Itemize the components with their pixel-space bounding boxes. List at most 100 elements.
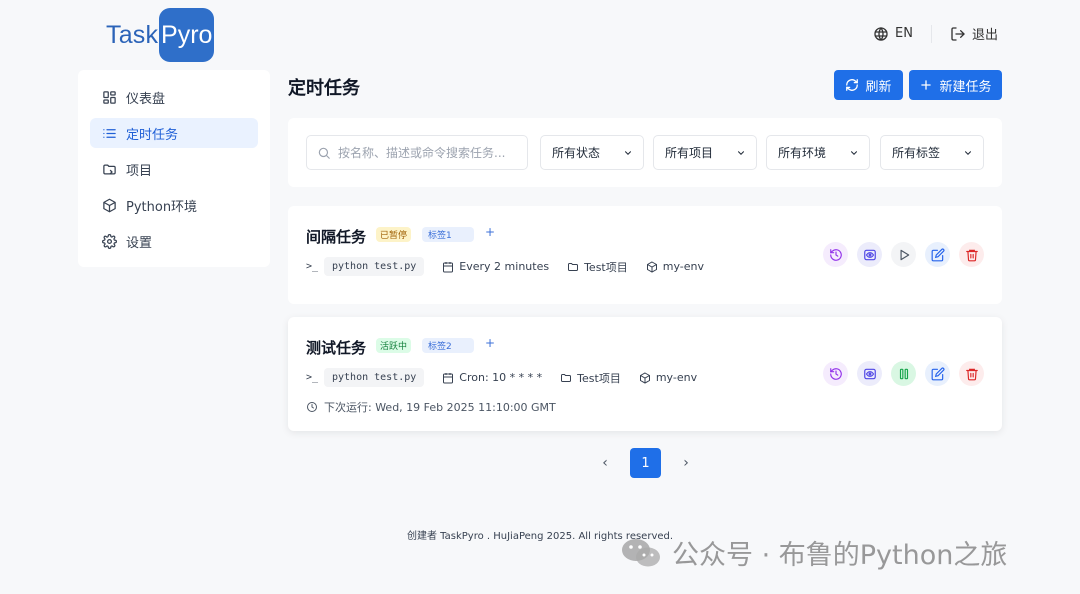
pagination: ‹ 1 › bbox=[598, 448, 693, 478]
terminal-icon: >_ bbox=[306, 261, 319, 272]
tag-filter-select[interactable]: 所有标签 bbox=[880, 135, 984, 170]
logout-label: 退出 bbox=[971, 28, 998, 43]
add-tag-button[interactable]: + bbox=[485, 225, 495, 239]
task-schedule-text: Cron: 10 * * * * bbox=[459, 371, 543, 384]
task-meta: >_ python test.py Every 2 minutes Test项目… bbox=[306, 257, 722, 276]
cube-icon bbox=[103, 198, 116, 212]
sidebar-item-projects[interactable]: 项目 bbox=[90, 154, 258, 184]
logs-button[interactable] bbox=[857, 242, 882, 267]
logout-icon bbox=[951, 26, 965, 41]
logo-pyro-box: Pyro bbox=[159, 8, 215, 62]
status-filter-select[interactable]: 所有状态 bbox=[540, 135, 644, 170]
task-schedule: Cron: 10 * * * * bbox=[442, 371, 542, 384]
history-button[interactable] bbox=[823, 242, 848, 267]
task-card: 测试任务 活跃中 标签2 + >_ python test.py Cron: 1… bbox=[288, 317, 1002, 431]
task-card: 间隔任务 已暂停 标签1 + >_ python test.py Every 2… bbox=[288, 206, 1002, 304]
trash-icon bbox=[965, 249, 978, 261]
clock-icon bbox=[307, 402, 317, 412]
task-project: Test项目 bbox=[567, 259, 628, 275]
edit-button[interactable] bbox=[925, 361, 950, 386]
watermark: 公众号 · 布鲁的Python之旅 bbox=[620, 533, 1007, 572]
chevron-down-icon bbox=[737, 150, 745, 155]
sidebar-item-settings[interactable]: 设置 bbox=[90, 226, 258, 256]
search-input[interactable] bbox=[338, 145, 518, 160]
task-schedule-text: Every 2 minutes bbox=[459, 260, 550, 273]
env-filter-select[interactable]: 所有环境 bbox=[766, 135, 870, 170]
status-filter-value: 所有状态 bbox=[552, 146, 601, 160]
project-filter-select[interactable]: 所有项目 bbox=[653, 135, 757, 170]
task-project-text: Test项目 bbox=[577, 371, 621, 385]
watermark-text: 公众号 · 布鲁的Python之旅 bbox=[672, 540, 1008, 571]
sidebar: 仪表盘 定时任务 项目 Python环境 设置 bbox=[78, 70, 270, 267]
list-icon bbox=[103, 128, 116, 138]
task-command: python test.py bbox=[324, 368, 425, 387]
next-page-button[interactable]: › bbox=[679, 455, 693, 471]
history-button[interactable] bbox=[823, 361, 848, 386]
cube-icon bbox=[639, 371, 650, 384]
delete-button[interactable] bbox=[959, 242, 984, 267]
task-name: 间隔任务 bbox=[306, 228, 367, 246]
task-tag[interactable]: 标签2 bbox=[422, 338, 474, 353]
folder-icon bbox=[568, 262, 579, 271]
status-badge: 活跃中 bbox=[376, 338, 412, 353]
logo[interactable]: Task Pyro bbox=[106, 8, 215, 62]
language-switch[interactable]: EN bbox=[873, 26, 913, 42]
sidebar-item-scheduled-tasks[interactable]: 定时任务 bbox=[90, 118, 258, 148]
history-icon bbox=[829, 367, 842, 380]
sidebar-item-label: 项目 bbox=[126, 163, 153, 179]
eye-icon bbox=[863, 249, 876, 260]
refresh-button[interactable]: 刷新 bbox=[834, 70, 903, 100]
header-divider bbox=[930, 24, 932, 43]
search-icon bbox=[318, 147, 330, 159]
sidebar-item-label: 定时任务 bbox=[126, 127, 179, 143]
trash-icon bbox=[965, 368, 978, 380]
sidebar-item-dashboard[interactable]: 仪表盘 bbox=[90, 82, 258, 112]
folder-icon bbox=[561, 373, 572, 382]
pause-icon bbox=[899, 368, 908, 379]
sidebar-item-label: 设置 bbox=[126, 235, 153, 251]
project-filter-value: 所有项目 bbox=[665, 146, 714, 160]
page-button-current[interactable]: 1 bbox=[630, 448, 661, 478]
folder-icon bbox=[103, 164, 116, 174]
chevron-down-icon bbox=[964, 150, 972, 155]
eye-icon bbox=[863, 368, 876, 379]
logout-button[interactable]: 退出 bbox=[950, 24, 998, 43]
calendar-icon bbox=[443, 261, 454, 272]
delete-button[interactable] bbox=[959, 361, 984, 386]
add-tag-button[interactable]: + bbox=[485, 336, 495, 350]
plus-icon bbox=[921, 80, 932, 90]
header-actions: EN 退出 bbox=[873, 24, 998, 43]
task-name: 测试任务 bbox=[306, 339, 367, 357]
task-meta: >_ python test.py Cron: 10 * * * * Test项… bbox=[306, 368, 715, 387]
prev-page-button[interactable]: ‹ bbox=[598, 455, 612, 471]
task-env-text: my-env bbox=[662, 260, 704, 273]
edit-icon bbox=[931, 248, 944, 261]
task-actions bbox=[823, 361, 984, 386]
chevron-down-icon bbox=[624, 150, 632, 155]
wechat-icon bbox=[622, 538, 660, 566]
run-button[interactable] bbox=[891, 242, 916, 267]
task-tag[interactable]: 标签1 bbox=[422, 227, 474, 242]
search-box[interactable] bbox=[306, 135, 528, 170]
new-task-button[interactable]: 新建任务 bbox=[909, 70, 1002, 100]
chevron-down-icon bbox=[850, 150, 858, 155]
refresh-icon bbox=[846, 79, 859, 91]
new-task-label: 新建任务 bbox=[939, 79, 992, 95]
logs-button[interactable] bbox=[857, 361, 882, 386]
task-env-text: my-env bbox=[655, 371, 698, 384]
calendar-icon bbox=[443, 372, 454, 383]
task-project-text: Test项目 bbox=[584, 260, 628, 274]
sidebar-item-python-env[interactable]: Python环境 bbox=[90, 190, 258, 220]
task-env: my-env bbox=[639, 371, 697, 384]
edit-button[interactable] bbox=[925, 242, 950, 267]
logo-text-pyro: Pyro bbox=[161, 20, 213, 49]
tag-filter-value: 所有标签 bbox=[892, 146, 941, 160]
refresh-label: 刷新 bbox=[865, 79, 892, 95]
next-run: 下次运行: Wed, 19 Feb 2025 11:10:00 GMT bbox=[306, 399, 556, 415]
pause-button[interactable] bbox=[891, 361, 916, 386]
gear-icon bbox=[102, 233, 117, 249]
globe-icon bbox=[874, 26, 888, 41]
page-title: 定时任务 bbox=[288, 78, 360, 99]
task-schedule: Every 2 minutes bbox=[442, 260, 549, 273]
history-icon bbox=[829, 248, 842, 261]
